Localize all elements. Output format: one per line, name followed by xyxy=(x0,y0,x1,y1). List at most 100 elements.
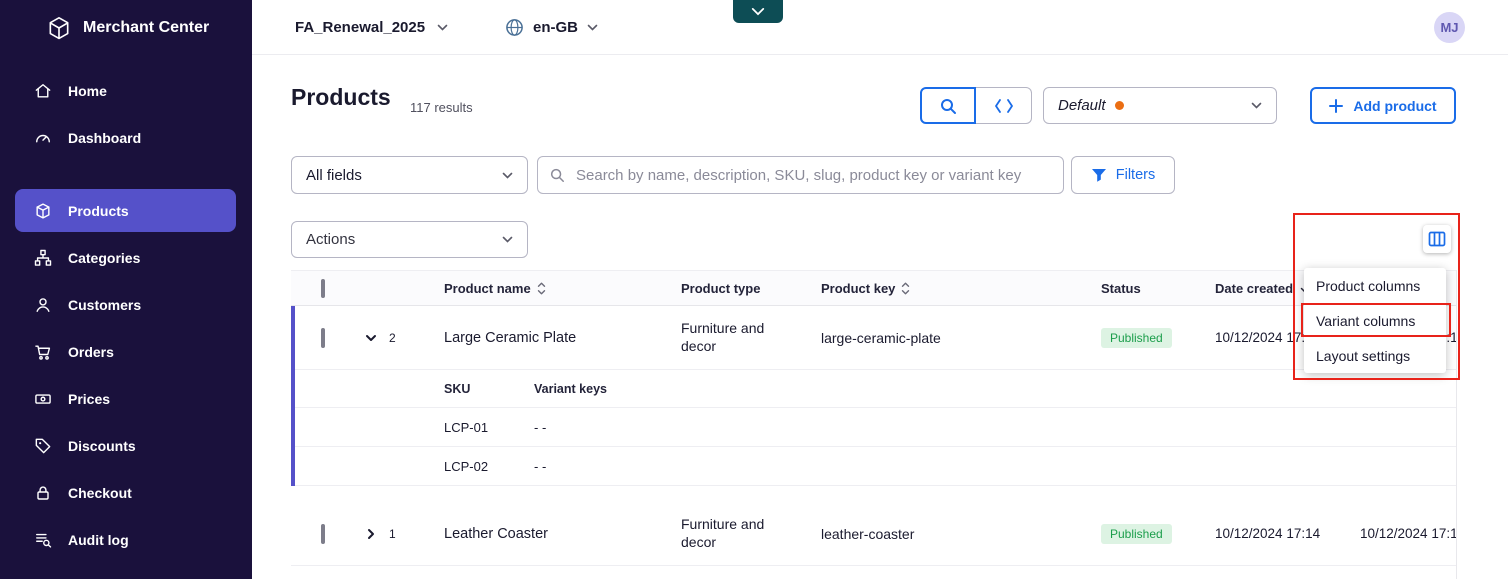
merchant-center-logo-icon xyxy=(46,15,72,41)
add-product-button[interactable]: Add product xyxy=(1310,87,1456,124)
sidebar-item-categories[interactable]: Categories xyxy=(0,234,252,281)
select-all-checkbox[interactable] xyxy=(321,279,325,298)
row-checkbox[interactable] xyxy=(321,524,325,544)
sidebar-item-checkout[interactable]: Checkout xyxy=(0,469,252,516)
sidebar-item-audit-log[interactable]: Audit log xyxy=(0,516,252,563)
project-name: FA_Renewal_2025 xyxy=(295,19,425,36)
sidebar-item-label: Products xyxy=(68,203,129,219)
columns-icon xyxy=(1428,231,1446,247)
column-settings-button[interactable] xyxy=(1423,225,1451,253)
view-select[interactable]: Default xyxy=(1043,87,1277,124)
menu-item-product-columns[interactable]: Product columns xyxy=(1304,268,1446,303)
expand-row-button[interactable] xyxy=(362,525,380,543)
header-label: Product type xyxy=(681,281,760,296)
search-field-value: All fields xyxy=(306,167,362,184)
sidebar-item-orders[interactable]: Orders xyxy=(0,328,252,375)
appbar-expand-button[interactable] xyxy=(733,0,783,23)
search-box xyxy=(537,156,1064,194)
page-title: Products xyxy=(291,84,391,111)
actions-select[interactable]: Actions xyxy=(291,221,528,258)
column-settings-menu: Product columns Variant columns Layout s… xyxy=(1304,268,1446,373)
project-selector[interactable]: FA_Renewal_2025 xyxy=(295,0,448,55)
advanced-query-toggle-button[interactable] xyxy=(976,87,1032,124)
cell-variant-key: - - xyxy=(534,459,1456,474)
sidebar-item-discounts[interactable]: Discounts xyxy=(0,422,252,469)
sidebar-item-home[interactable]: Home xyxy=(0,67,252,114)
collapse-row-button[interactable] xyxy=(362,329,380,347)
products-icon xyxy=(33,201,53,221)
chevron-down-icon xyxy=(502,236,513,243)
table-row[interactable]: 2 Large Ceramic Plate Furniture and deco… xyxy=(291,306,1456,370)
app-window: Merchant Center Home Dashboard Products … xyxy=(0,0,1508,579)
search-field-select[interactable]: All fields xyxy=(291,156,528,194)
discounts-icon xyxy=(33,436,53,456)
simple-search-toggle-button[interactable] xyxy=(920,87,976,124)
table-header-row: Product name Product type Product key St… xyxy=(291,270,1456,306)
home-icon xyxy=(33,81,53,101)
header-label: Product name xyxy=(444,281,531,296)
orders-icon xyxy=(33,342,53,362)
cell-date-created: 10/12/2024 17:14 xyxy=(1215,526,1360,541)
unsaved-changes-dot xyxy=(1115,101,1124,110)
row-checkbox-cell xyxy=(291,330,353,346)
sort-icon xyxy=(901,282,910,295)
cell-sku: LCP-02 xyxy=(444,459,534,474)
cell-product-type: Furniture and decor xyxy=(681,516,821,551)
funnel-icon xyxy=(1091,168,1107,183)
sidebar-item-prices[interactable]: Prices xyxy=(0,375,252,422)
brand: Merchant Center xyxy=(0,0,252,41)
chevron-down-icon xyxy=(1251,102,1262,109)
sidebar-item-products[interactable]: Products xyxy=(0,187,252,234)
globe-icon xyxy=(505,18,524,37)
sidebar-item-label: Categories xyxy=(68,250,140,266)
header-label: Status xyxy=(1101,281,1141,296)
row-expander: 1 xyxy=(353,525,431,543)
variant-row[interactable]: LCP-01 - - xyxy=(291,408,1456,447)
sidebar-nav: Home Dashboard Products Categories Custo… xyxy=(0,67,252,563)
header-product-key[interactable]: Product key xyxy=(821,281,1101,296)
sidebar-item-label: Prices xyxy=(68,391,110,407)
sidebar-item-dashboard[interactable]: Dashboard xyxy=(0,114,252,161)
status-badge: Published xyxy=(1101,328,1172,348)
view-select-value: Default xyxy=(1058,97,1106,114)
menu-item-layout-settings[interactable]: Layout settings xyxy=(1304,338,1446,373)
locale-label: en-GB xyxy=(533,19,578,36)
checkout-icon xyxy=(33,483,53,503)
cell-product-key: leather-coaster xyxy=(821,526,1101,542)
header-label: Date created xyxy=(1215,281,1293,296)
products-table: Product name Product type Product key St… xyxy=(291,270,1457,579)
variant-row[interactable]: LCP-02 - - xyxy=(291,447,1456,486)
locale-selector[interactable]: en-GB xyxy=(505,0,598,55)
search-mode-toggle xyxy=(920,87,1032,124)
sub-header-variant-keys: Variant keys xyxy=(534,382,1456,396)
sidebar-item-label: Orders xyxy=(68,344,114,360)
chevron-down-icon xyxy=(502,172,513,179)
sidebar-item-label: Discounts xyxy=(68,438,136,454)
row-expander: 2 xyxy=(353,329,431,347)
main-content: Products 117 results Default Add product… xyxy=(252,55,1508,579)
cell-status: Published xyxy=(1101,328,1215,348)
sidebar-item-label: Dashboard xyxy=(68,130,141,146)
categories-icon xyxy=(33,248,53,268)
cell-product-type: Furniture and decor xyxy=(681,320,821,355)
topbar: FA_Renewal_2025 en-GB MJ xyxy=(252,0,1508,55)
search-icon xyxy=(939,97,957,115)
filters-button[interactable]: Filters xyxy=(1071,156,1175,194)
cell-date-modified: 10/12/2024 17:14 xyxy=(1360,526,1457,541)
menu-item-variant-columns[interactable]: Variant columns xyxy=(1304,303,1446,338)
dashboard-icon xyxy=(33,128,53,148)
cell-product-name: Large Ceramic Plate xyxy=(431,330,681,346)
header-status: Status xyxy=(1101,281,1215,296)
variant-subtable-header: SKU Variant keys xyxy=(291,370,1456,408)
avatar[interactable]: MJ xyxy=(1434,12,1465,43)
row-checkbox-cell xyxy=(291,526,353,542)
row-checkbox[interactable] xyxy=(321,328,325,348)
header-product-name[interactable]: Product name xyxy=(431,281,681,296)
filters-label: Filters xyxy=(1116,167,1155,183)
chevron-down-icon xyxy=(587,24,598,31)
search-input[interactable] xyxy=(537,156,1064,194)
customers-icon xyxy=(33,295,53,315)
sidebar-item-customers[interactable]: Customers xyxy=(0,281,252,328)
header-label: Product key xyxy=(821,281,895,296)
table-row[interactable]: 1 Leather Coaster Furniture and decor le… xyxy=(291,502,1456,566)
